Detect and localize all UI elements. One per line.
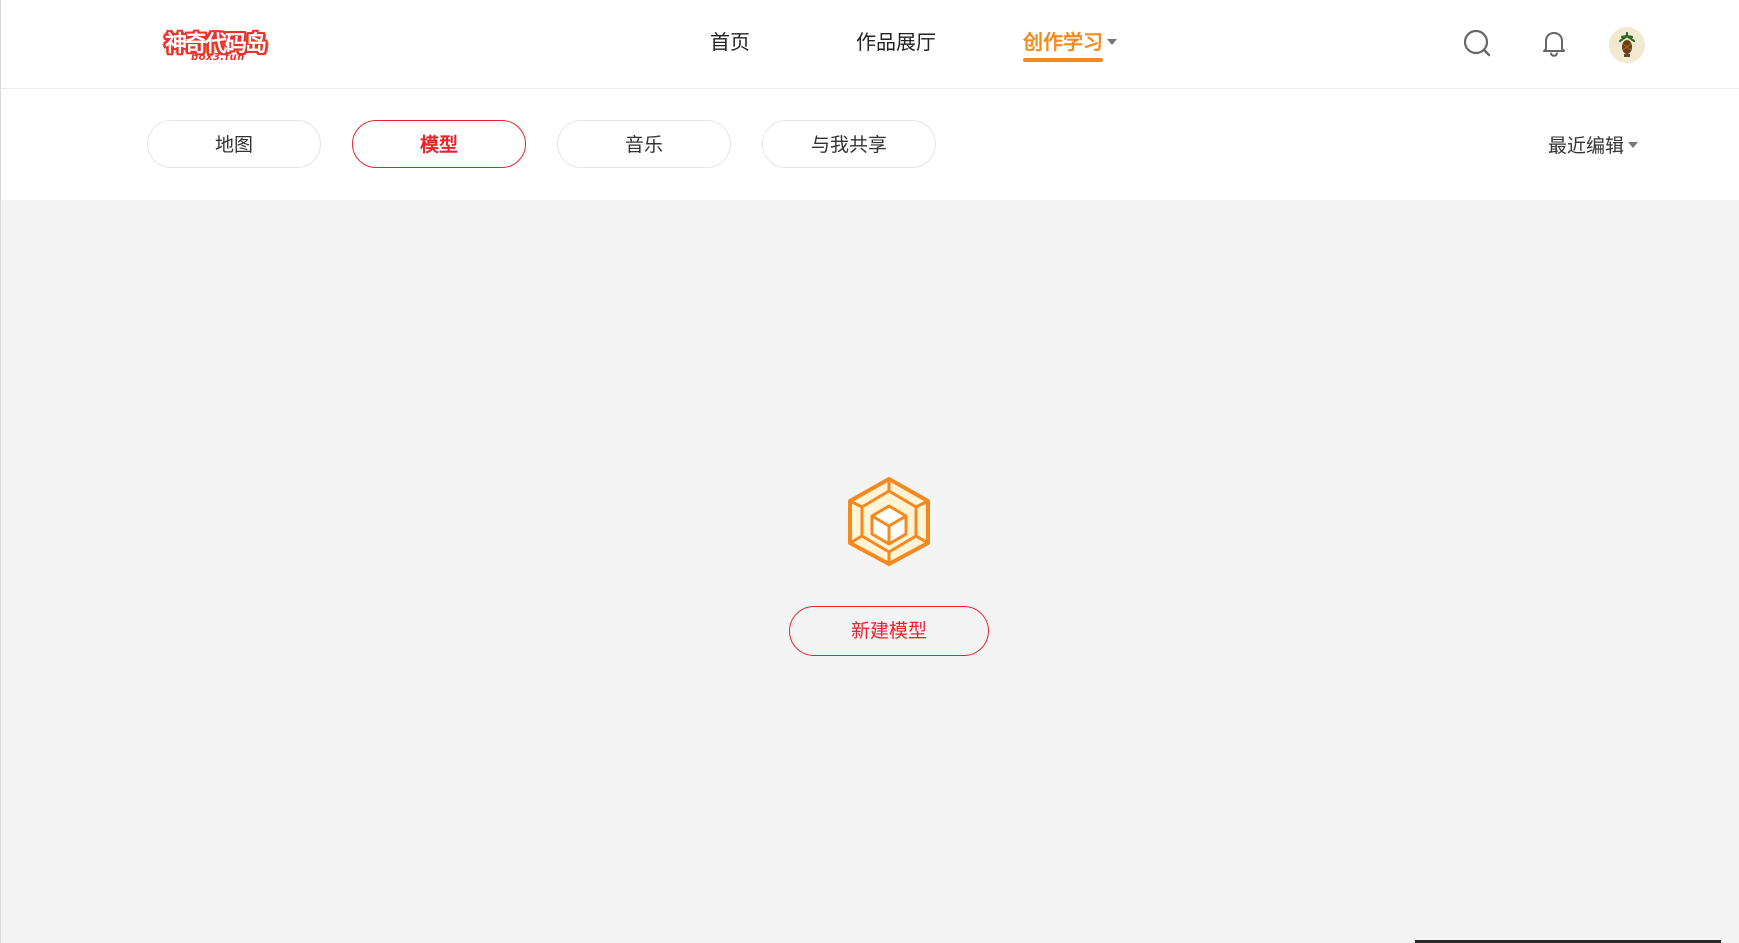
bell-icon[interactable]: [1539, 28, 1569, 58]
nav-item-create-learn[interactable]: 创作学习: [1023, 26, 1117, 62]
sort-dropdown[interactable]: 最近编辑: [1548, 131, 1639, 158]
nav-item-home[interactable]: 首页: [710, 26, 750, 55]
nav-active-underline: [1023, 58, 1103, 62]
tab-map[interactable]: 地图: [147, 120, 321, 168]
chevron-down-icon: [1107, 38, 1117, 45]
logo-subtext: box3.fun: [191, 52, 245, 63]
tab-music[interactable]: 音乐: [557, 120, 731, 168]
tab-model[interactable]: 模型: [352, 120, 526, 168]
page: 神奇代码岛 box3.fun 首页 作品展厅 创作学习 地图 模型 音乐 与我共…: [0, 0, 1739, 943]
chevron-down-icon: [1628, 141, 1639, 148]
logo[interactable]: 神奇代码岛 box3.fun: [161, 24, 283, 66]
new-model-button[interactable]: 新建模型: [789, 606, 989, 656]
top-header: 神奇代码岛 box3.fun 首页 作品展厅 创作学习: [1, 0, 1739, 89]
search-icon[interactable]: [1462, 28, 1492, 58]
cube-icon: [846, 476, 932, 566]
avatar[interactable]: [1609, 27, 1645, 63]
nav-item-gallery[interactable]: 作品展厅: [856, 26, 936, 55]
nav-item-create-learn-label: 创作学习: [1023, 30, 1103, 54]
filter-bar: 地图 模型 音乐 与我共享 最近编辑: [1, 89, 1739, 200]
sort-label: 最近编辑: [1548, 135, 1625, 157]
tab-shared-with-me[interactable]: 与我共享: [762, 120, 936, 168]
